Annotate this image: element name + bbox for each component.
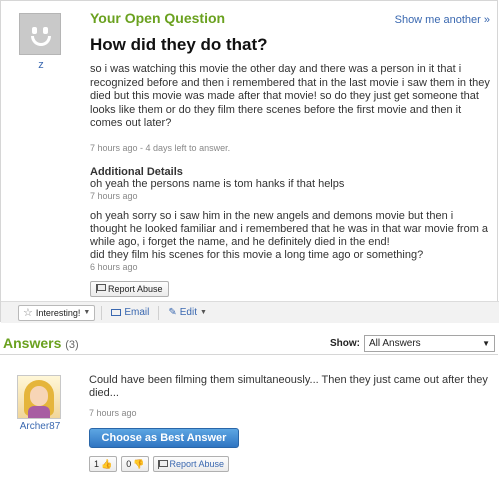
question-panel: z Your Open Question Show me another » H…	[0, 0, 499, 323]
question-body: so i was watching this movie the other d…	[90, 63, 490, 129]
answers-title: Answers	[3, 335, 62, 351]
question-main: Your Open Question Show me another » How…	[90, 10, 490, 297]
answers-header: Answers (3) Show: All Answers ▼	[0, 333, 498, 355]
detail-meta: 7 hours ago	[90, 190, 138, 201]
pencil-icon: ✎	[168, 307, 177, 318]
detail-text: oh yeah the persons name is tom hanks if…	[90, 177, 345, 190]
flag-icon	[158, 459, 169, 469]
avatar[interactable]	[19, 13, 61, 55]
star-icon: ☆	[23, 307, 33, 319]
asker-name-link[interactable]: z	[19, 59, 63, 71]
asker-block: z	[19, 13, 63, 71]
detail-meta: 6 hours ago	[90, 261, 138, 272]
email-button[interactable]: Email	[108, 307, 152, 318]
vote-row: 1 👍 0 👎 Report Abuse	[89, 456, 489, 472]
question-title: How did they do that?	[90, 35, 268, 54]
answerer-block: Archer87	[17, 375, 63, 432]
answer-body: Could have been filming them simultaneou…	[89, 374, 488, 399]
detail-text: oh yeah sorry so i saw him in the new an…	[90, 209, 489, 261]
edit-button[interactable]: ✎ Edit ▼	[165, 307, 210, 318]
chevron-down-icon: ▼	[83, 309, 91, 316]
avatar[interactable]	[17, 375, 61, 419]
answer-meta: 7 hours ago	[89, 408, 137, 418]
additional-details-heading: Additional Details	[90, 165, 183, 178]
chevron-down-icon: ▼	[482, 339, 490, 348]
chevron-down-icon: ▼	[199, 309, 207, 316]
thumbs-down-button[interactable]: 0 👎	[121, 456, 150, 472]
thumbs-up-icon: 👍	[101, 458, 113, 469]
answerer-name-link[interactable]: Archer87	[17, 421, 63, 432]
answers-count: (3)	[65, 339, 79, 351]
choose-best-answer-button[interactable]: Choose as Best Answer	[89, 428, 239, 448]
question-kicker: Your Open Question	[90, 10, 226, 26]
answer-main: Could have been filming them simultaneou…	[89, 374, 489, 472]
flag-icon	[96, 284, 106, 293]
question-meta: 7 hours ago - 4 days left to answer.	[90, 142, 231, 153]
thumbs-up-button[interactable]: 1 👍	[89, 456, 118, 472]
mail-icon	[111, 309, 122, 316]
show-another-link[interactable]: Show me another »	[395, 14, 490, 26]
thumbs-down-icon: 👎	[133, 458, 145, 469]
show-filter-select[interactable]: All Answers ▼	[364, 335, 495, 352]
question-toolbar: ☆ Interesting! ▼ Email ✎ Edit ▼	[1, 301, 499, 323]
show-label: Show:	[330, 338, 360, 349]
interesting-button[interactable]: ☆ Interesting! ▼	[18, 304, 96, 321]
report-abuse-button[interactable]: Report Abuse	[90, 280, 169, 297]
report-abuse-button[interactable]: Report Abuse	[153, 456, 230, 472]
answer-item: Archer87 Could have been filming them si…	[0, 363, 498, 481]
